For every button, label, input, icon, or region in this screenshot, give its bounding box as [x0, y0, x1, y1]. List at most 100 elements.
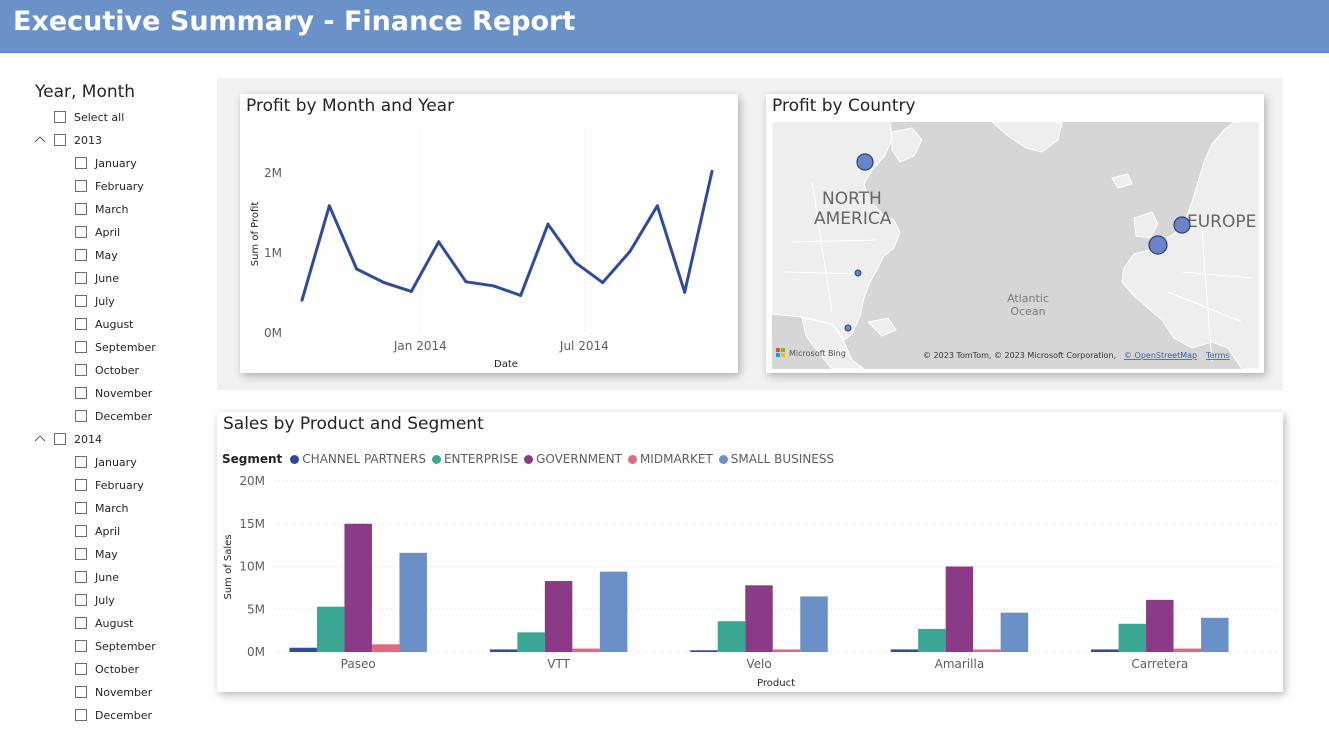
slicer-month-november[interactable]: November	[75, 683, 152, 701]
profit-data-point[interactable]	[355, 267, 359, 271]
bar-carretera-channel-partners[interactable]	[1091, 649, 1119, 652]
slicer-month-september[interactable]: September	[75, 637, 156, 655]
profit-data-point[interactable]	[437, 240, 441, 244]
bar-velo-small-business[interactable]	[800, 596, 828, 652]
bar-carretera-enterprise[interactable]	[1118, 623, 1147, 652]
checkbox[interactable]	[75, 456, 87, 468]
bar-vtt-midmarket[interactable]	[572, 648, 600, 652]
mexico-profit-bubble[interactable]	[844, 324, 852, 332]
bar-paseo-midmarket[interactable]	[371, 644, 400, 652]
bar-paseo-government[interactable]	[344, 523, 372, 652]
bar-amarilla-channel-partners[interactable]	[890, 649, 919, 652]
profit-data-point[interactable]	[628, 249, 632, 253]
checkbox[interactable]	[54, 433, 66, 445]
profit-data-point[interactable]	[546, 222, 550, 226]
slicer-month-february[interactable]: February	[75, 177, 144, 195]
slicer-month-october[interactable]: October	[75, 361, 139, 379]
profit-data-point[interactable]	[491, 284, 495, 288]
chevron-up-icon[interactable]	[34, 433, 46, 445]
france-profit-bubble[interactable]	[1148, 235, 1168, 255]
slicer-month-july[interactable]: July	[75, 591, 115, 609]
usa-profit-bubble[interactable]	[854, 269, 862, 277]
bar-carretera-small-business[interactable]	[1201, 617, 1229, 652]
germany-profit-bubble[interactable]	[1173, 216, 1191, 234]
checkbox[interactable]	[54, 111, 66, 123]
profit-data-point[interactable]	[327, 204, 331, 208]
bar-amarilla-small-business[interactable]	[1000, 612, 1029, 652]
country-map[interactable]: NORTH AMERICA EUROPE Atlantic Ocean Micr…	[772, 122, 1259, 369]
checkbox[interactable]	[75, 709, 87, 721]
slicer-month-november[interactable]: November	[75, 384, 152, 402]
terms-link[interactable]: Terms	[1205, 351, 1230, 360]
checkbox[interactable]	[75, 295, 87, 307]
profit-by-month-card[interactable]: Profit by Month and Year Jan 2014 Jul 201…	[240, 94, 738, 373]
slicer-month-january[interactable]: January	[75, 154, 137, 172]
openstreetmap-link[interactable]: © OpenStreetMap	[1124, 351, 1197, 360]
bar-vtt-government[interactable]	[544, 581, 573, 652]
checkbox[interactable]	[75, 387, 87, 399]
profit-data-point[interactable]	[601, 281, 605, 285]
bar-paseo-channel-partners[interactable]	[289, 647, 317, 652]
bar-vtt-small-business[interactable]	[599, 571, 628, 652]
slicer-month-august[interactable]: August	[75, 614, 134, 632]
bar-amarilla-midmarket[interactable]	[973, 649, 1001, 652]
slicer-month-april[interactable]: April	[75, 223, 120, 241]
bar-paseo-small-business[interactable]	[399, 552, 427, 652]
slicer-month-april[interactable]: April	[75, 522, 120, 540]
slicer-month-may[interactable]: May	[75, 246, 118, 264]
slicer-month-march[interactable]: March	[75, 200, 129, 218]
slicer-month-june[interactable]: June	[75, 269, 119, 287]
canada-profit-bubble[interactable]	[856, 153, 874, 171]
checkbox[interactable]	[54, 134, 66, 146]
slicer-year-2013[interactable]: 2013	[54, 131, 102, 149]
bar-velo-enterprise[interactable]	[717, 621, 746, 652]
profit-data-point[interactable]	[409, 289, 413, 293]
slicer-year-2014[interactable]: 2014	[54, 430, 102, 448]
profit-data-point[interactable]	[710, 169, 714, 173]
checkbox[interactable]	[75, 249, 87, 261]
slicer-month-june[interactable]: June	[75, 568, 119, 586]
checkbox[interactable]	[75, 318, 87, 330]
checkbox[interactable]	[75, 364, 87, 376]
profit-series-line[interactable]	[300, 171, 714, 301]
slicer-month-february[interactable]: February	[75, 476, 144, 494]
checkbox[interactable]	[75, 341, 87, 353]
checkbox[interactable]	[75, 226, 87, 238]
bar-carretera-government[interactable]	[1146, 599, 1174, 652]
bar-velo-midmarket[interactable]	[772, 649, 801, 652]
checkbox[interactable]	[75, 272, 87, 284]
checkbox[interactable]	[75, 479, 87, 491]
chevron-up-icon[interactable]	[34, 134, 46, 146]
checkbox[interactable]	[75, 617, 87, 629]
bar-vtt-channel-partners[interactable]	[489, 649, 518, 652]
bar-vtt-enterprise[interactable]	[517, 632, 545, 652]
slicer-month-august[interactable]: August	[75, 315, 134, 333]
bar-carretera-midmarket[interactable]	[1173, 648, 1202, 652]
slicer-month-december[interactable]: December	[75, 407, 152, 425]
bar-amarilla-government[interactable]	[945, 566, 974, 653]
profit-data-point[interactable]	[683, 290, 687, 294]
slicer-month-october[interactable]: October	[75, 660, 139, 678]
bar-velo-government[interactable]	[745, 585, 773, 652]
profit-data-point[interactable]	[300, 298, 304, 302]
checkbox[interactable]	[75, 640, 87, 652]
checkbox[interactable]	[75, 663, 87, 675]
checkbox[interactable]	[75, 180, 87, 192]
profit-data-point[interactable]	[573, 261, 577, 265]
slicer-month-may[interactable]: May	[75, 545, 118, 563]
slicer-month-march[interactable]: March	[75, 499, 129, 517]
slicer-month-september[interactable]: September	[75, 338, 156, 356]
profit-data-point[interactable]	[519, 293, 523, 297]
checkbox[interactable]	[75, 410, 87, 422]
bar-paseo-enterprise[interactable]	[316, 606, 345, 652]
bar-velo-channel-partners[interactable]	[690, 650, 718, 652]
slicer-month-july[interactable]: July	[75, 292, 115, 310]
slicer-select-all[interactable]: Select all	[54, 108, 124, 126]
bar-amarilla-enterprise[interactable]	[918, 628, 946, 652]
checkbox[interactable]	[75, 525, 87, 537]
profit-data-point[interactable]	[382, 281, 386, 285]
checkbox[interactable]	[75, 157, 87, 169]
checkbox[interactable]	[75, 686, 87, 698]
checkbox[interactable]	[75, 502, 87, 514]
checkbox[interactable]	[75, 203, 87, 215]
